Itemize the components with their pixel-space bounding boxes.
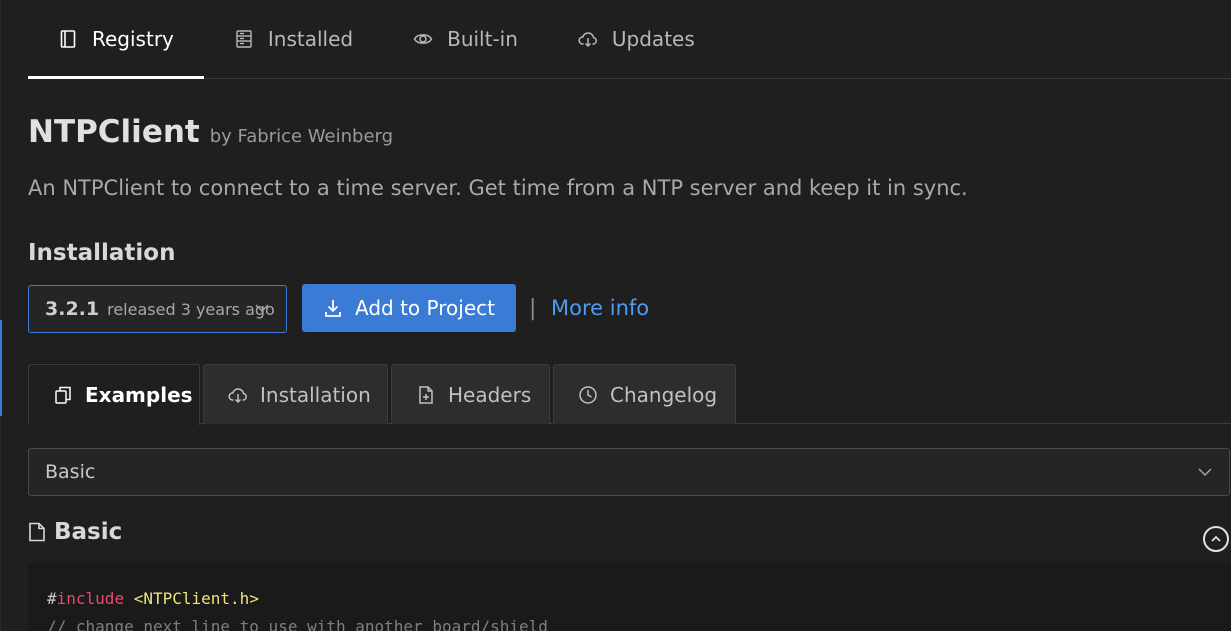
code-line-comment: // change next line to use with another … xyxy=(47,617,548,631)
tab-changelog[interactable]: Changelog xyxy=(553,364,736,424)
example-heading: Basic xyxy=(28,519,122,545)
package-description: An NTPClient to connect to a time server… xyxy=(28,176,968,200)
book-icon xyxy=(60,30,76,48)
example-select-value: Basic xyxy=(45,461,96,483)
download-icon xyxy=(325,300,341,317)
cloud-download-icon xyxy=(578,32,597,48)
tab-changelog-label: Changelog xyxy=(610,382,718,407)
file-plus-icon xyxy=(419,385,433,404)
package-author: by Fabrice Weinberg xyxy=(209,126,394,147)
tab-installed-label: Installed xyxy=(267,27,354,51)
package-title: NTPClient by Fabrice Weinberg xyxy=(28,114,393,150)
tab-registry-label: Registry xyxy=(92,27,174,51)
tab-examples[interactable]: Examples xyxy=(28,364,200,425)
version-select[interactable]: 3.2.1 released 3 years ago xyxy=(28,285,287,333)
code-line: #include <NTPClient.h> xyxy=(47,585,1231,613)
collapse-button[interactable] xyxy=(1203,526,1229,552)
tab-built-in[interactable]: Built-in xyxy=(383,0,548,78)
focus-indicator xyxy=(0,320,2,416)
code-token-header: <NTPClient.h> xyxy=(133,589,259,608)
chevron-down-icon xyxy=(1198,468,1212,476)
example-select[interactable]: Basic xyxy=(28,448,1230,496)
tab-built-in-label: Built-in xyxy=(447,27,518,51)
file-icon xyxy=(29,522,45,542)
tab-headers-label: Headers xyxy=(448,382,532,407)
add-to-project-button[interactable]: Add to Project xyxy=(302,284,516,332)
eye-icon xyxy=(413,34,433,44)
package-name: NTPClient xyxy=(28,114,200,150)
example-heading-label: Basic xyxy=(54,519,123,545)
tab-headers[interactable]: Headers xyxy=(391,364,550,424)
separator: | xyxy=(529,296,537,321)
installation-heading: Installation xyxy=(28,240,176,266)
tab-updates[interactable]: Updates xyxy=(548,0,725,78)
cloud-download-icon xyxy=(228,387,247,403)
left-edge xyxy=(0,0,1,631)
chevron-up-icon xyxy=(1211,535,1221,542)
tab-installed[interactable]: Installed xyxy=(204,0,383,78)
tab-updates-label: Updates xyxy=(611,27,695,51)
code-token-directive: include xyxy=(56,589,125,608)
tab-examples-label: Examples xyxy=(85,383,193,407)
top-tab-bar: Registry Installed Built-in Updates xyxy=(28,0,1231,79)
tab-installation[interactable]: Installation xyxy=(203,364,388,424)
tab-registry[interactable]: Registry xyxy=(28,0,204,79)
code-block: #include <NTPClient.h> // change next li… xyxy=(28,563,1231,631)
code-token-hash: # xyxy=(47,589,57,608)
clock-icon xyxy=(579,385,597,404)
version-released: released 3 years ago xyxy=(107,299,275,319)
server-icon xyxy=(236,30,252,48)
tab-installation-label: Installation xyxy=(260,382,371,407)
copy-icon xyxy=(55,386,71,404)
version-number: 3.2.1 xyxy=(45,298,100,320)
chevron-down-icon xyxy=(255,304,269,312)
more-info-link[interactable]: More info xyxy=(551,296,649,320)
add-to-project-label: Add to Project xyxy=(355,296,495,320)
